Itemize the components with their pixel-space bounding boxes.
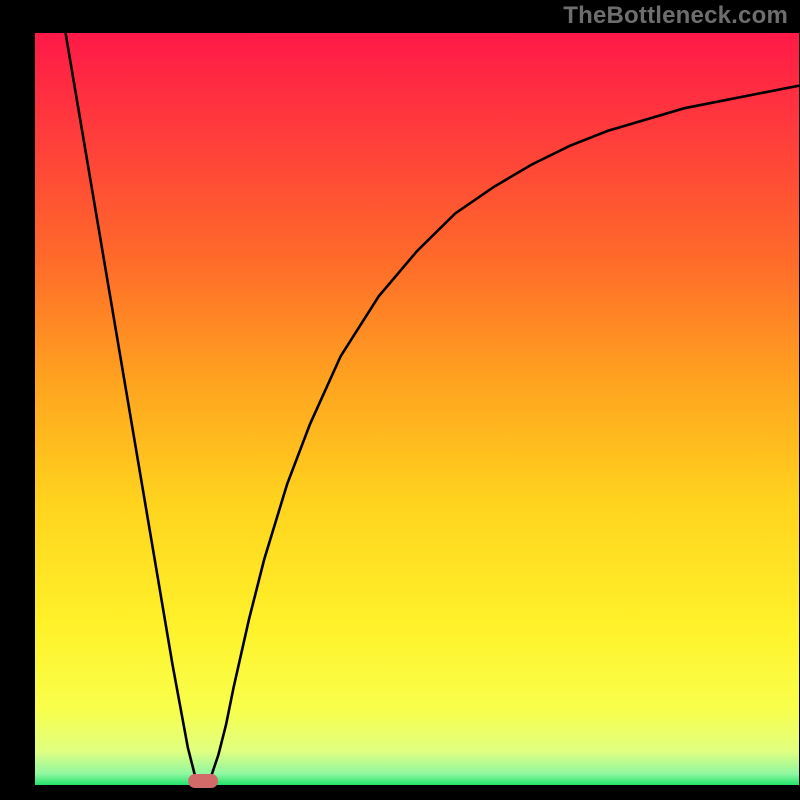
chart-svg [0,0,800,800]
chart-background-gradient [35,33,799,785]
chart-frame: TheBottleneck.com [0,0,800,800]
curve-minimum-marker [188,774,218,788]
watermark-text: TheBottleneck.com [563,2,788,30]
